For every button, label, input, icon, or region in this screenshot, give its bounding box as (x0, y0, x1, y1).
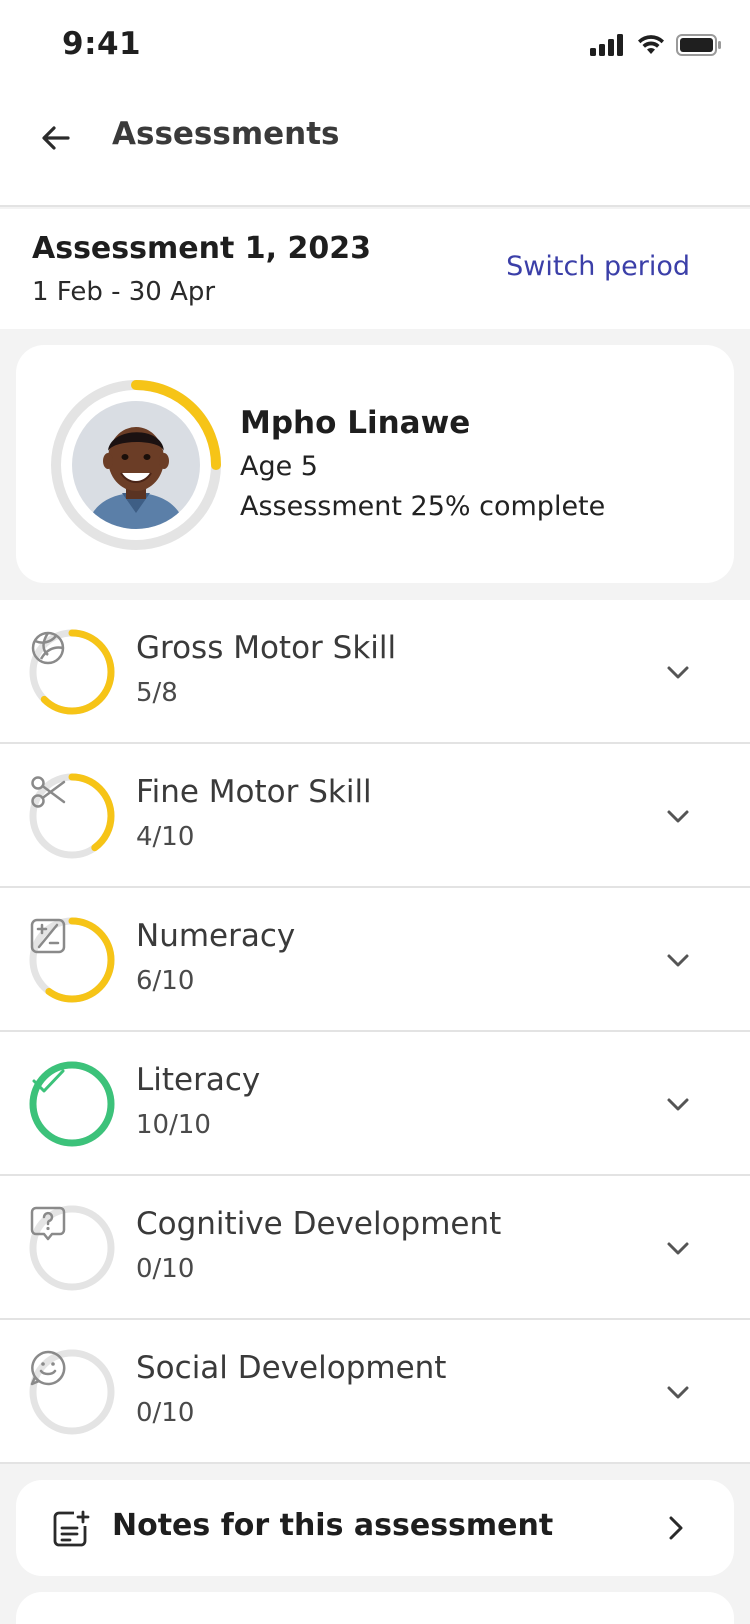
arrow-left-icon (42, 126, 70, 150)
notes-label: Notes for this assessment (112, 1508, 554, 1543)
status-icons (590, 30, 722, 60)
top-app-bar: Assessments (0, 92, 750, 207)
chevron-right-icon (669, 1516, 683, 1540)
skill-name: Social Development (136, 1350, 447, 1386)
skill-row-gross-motor[interactable]: Gross Motor Skill 5/8 (0, 600, 750, 744)
period-date-range: 1 Feb - 30 Apr (32, 277, 216, 307)
skill-name: Numeracy (136, 918, 296, 954)
skill-name: Literacy (136, 1062, 261, 1098)
skill-progress-ring (28, 916, 116, 1004)
chevron-down-icon[interactable] (660, 654, 696, 690)
child-name: Mpho Linawe (240, 405, 471, 441)
child-age: Age 5 (240, 451, 318, 482)
skill-row-social[interactable]: Social Development 0/10 (0, 1320, 750, 1464)
chevron-down-icon[interactable] (660, 1374, 696, 1410)
skill-score: 4/10 (136, 822, 195, 852)
skill-score: 5/8 (136, 678, 178, 708)
skill-score: 0/10 (136, 1398, 195, 1428)
volleyball-icon (31, 631, 65, 665)
avatar-progress-ring (48, 377, 224, 553)
skill-score: 10/10 (136, 1110, 211, 1140)
skill-row-numeracy[interactable]: Numeracy 6/10 (0, 888, 750, 1032)
skill-score: 0/10 (136, 1254, 195, 1284)
skill-progress-ring (28, 772, 116, 860)
skill-name: Gross Motor Skill (136, 630, 397, 666)
page-title: Assessments (112, 116, 340, 152)
skill-name: Fine Motor Skill (136, 774, 372, 810)
assessment-progress-text: Assessment 25% complete (240, 491, 606, 522)
skill-score: 6/10 (136, 966, 195, 996)
signal-icon (590, 34, 623, 56)
switch-period-link[interactable]: Switch period (506, 251, 690, 282)
period-title: Assessment 1, 2023 (32, 231, 371, 266)
chevron-down-icon[interactable] (660, 1086, 696, 1122)
chevron-down-icon[interactable] (660, 942, 696, 978)
skill-name: Cognitive Development (136, 1206, 502, 1242)
status-time: 9:41 (62, 26, 142, 62)
notes-button[interactable]: Notes for this assessment (16, 1480, 734, 1576)
back-button[interactable] (30, 112, 82, 164)
skill-row-fine-motor[interactable]: Fine Motor Skill 4/10 (0, 744, 750, 888)
check-icon (32, 1069, 65, 1093)
calculator-icon (30, 918, 66, 954)
scissors-icon (31, 776, 66, 808)
next-card-peek (16, 1592, 734, 1624)
wifi-icon (638, 35, 664, 54)
skill-progress-ring (28, 628, 116, 716)
note-add-icon (53, 1510, 90, 1547)
skill-row-literacy[interactable]: Literacy 10/10 (0, 1032, 750, 1176)
child-profile-card: Mpho Linawe Age 5 Assessment 25% complet… (16, 345, 734, 583)
skill-progress-ring (28, 1204, 116, 1292)
avatar (72, 401, 200, 529)
chevron-down-icon[interactable] (660, 798, 696, 834)
battery-icon (676, 34, 721, 56)
smiley-bubble-icon (30, 1350, 66, 1386)
skills-list: Gross Motor Skill 5/8 Fine Motor Skill 4… (0, 600, 750, 1464)
skill-progress-ring (28, 1060, 116, 1148)
skill-row-cognitive[interactable]: Cognitive Development 0/10 (0, 1176, 750, 1320)
question-bubble-icon (30, 1206, 66, 1241)
status-bar: 9:41 (0, 0, 750, 92)
skill-progress-ring (28, 1348, 116, 1436)
chevron-down-icon[interactable] (660, 1230, 696, 1266)
assessment-period: Assessment 1, 2023 1 Feb - 30 Apr Switch… (0, 209, 750, 329)
